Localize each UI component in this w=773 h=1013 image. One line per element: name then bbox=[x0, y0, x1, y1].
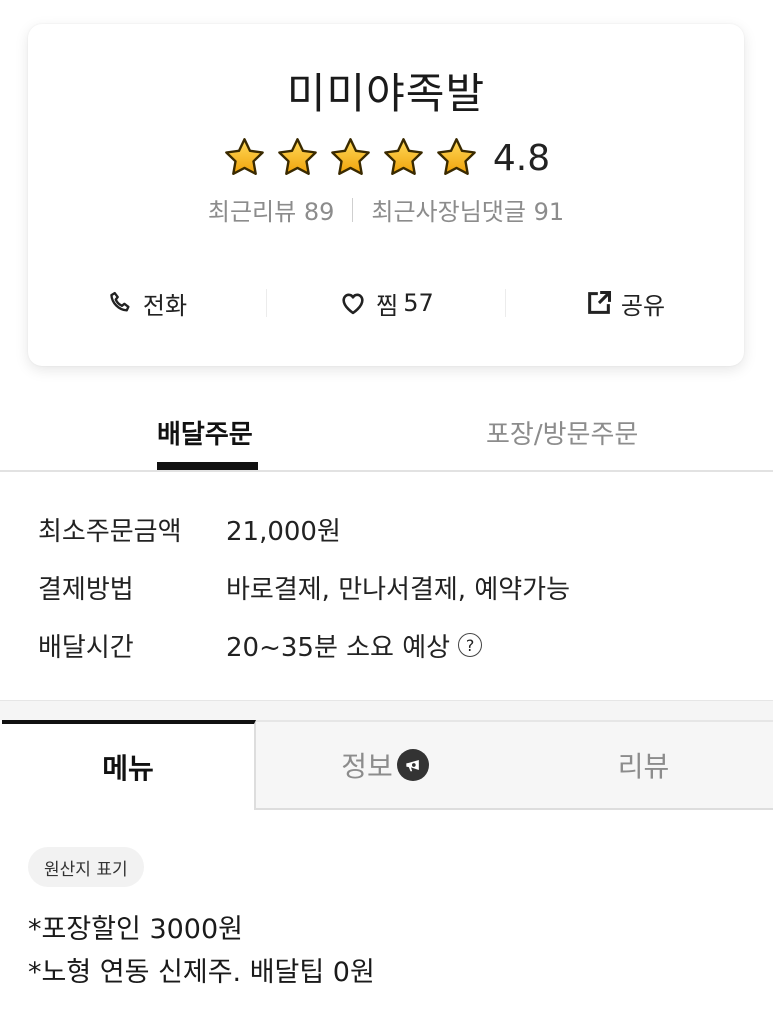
question-circle-icon[interactable]: ? bbox=[458, 633, 483, 657]
review-counts: 최근리뷰 89 최근사장님댓글 91 bbox=[28, 192, 744, 227]
payment-value: 바로결제, 만나서결제, 예약가능 bbox=[226, 574, 571, 605]
rating-row: 4.8 bbox=[28, 136, 744, 180]
phone-icon bbox=[110, 291, 130, 312]
delivery-time-label: 배달시간 bbox=[38, 632, 134, 663]
tab-review[interactable]: 리뷰 bbox=[514, 720, 773, 810]
star-icon bbox=[331, 138, 370, 175]
call-label: 전화 bbox=[142, 291, 188, 320]
active-tab-indicator bbox=[157, 462, 258, 470]
share-icon bbox=[588, 290, 611, 314]
section-divider bbox=[0, 700, 773, 720]
notice-line: *노형 연동 신제주. 배달팁 0원 bbox=[28, 957, 375, 988]
payment-label: 결제방법 bbox=[38, 574, 134, 605]
star-icon bbox=[437, 138, 476, 175]
tab-info-label: 정보 bbox=[341, 750, 393, 783]
store-notice: *포장할인 3000원 *노형 연동 신제주. 배달팁 0원 bbox=[28, 908, 375, 994]
like-button[interactable]: 찜 57 bbox=[267, 286, 505, 321]
share-button[interactable]: 공유 bbox=[506, 286, 744, 321]
tab-menu[interactable]: 메뉴 bbox=[2, 720, 256, 810]
heart-icon bbox=[342, 293, 364, 315]
tab-pickup-order[interactable]: 포장/방문주문 bbox=[486, 414, 638, 451]
store-card: 미미야족발 4.8 최근리뷰 89 최근사장님댓글 91 전화 찜 57 공유 bbox=[28, 24, 744, 366]
star-icon bbox=[225, 138, 264, 175]
main-tabs: 메뉴 정보 리뷰 bbox=[0, 720, 773, 810]
share-label: 공유 bbox=[620, 291, 666, 320]
tab-delivery-order[interactable]: 배달주문 bbox=[157, 414, 253, 451]
tab-menu-label: 메뉴 bbox=[102, 752, 154, 785]
tab-info[interactable]: 정보 bbox=[256, 720, 514, 810]
recent-reviews-count[interactable]: 최근리뷰 89 bbox=[208, 192, 335, 227]
store-name: 미미야족발 bbox=[286, 69, 486, 118]
delivery-time-row: 배달시간 20~35분 소요 예상 ? bbox=[38, 616, 738, 674]
delivery-time-value: 20~35분 소요 예상 bbox=[226, 632, 451, 663]
megaphone-icon bbox=[396, 749, 429, 781]
origin-label-chip[interactable]: 원산지 표기 bbox=[28, 847, 144, 887]
min-order-label: 최소주문금액 bbox=[38, 516, 182, 547]
star-icon bbox=[278, 138, 317, 175]
action-bar: 전화 찜 57 공유 bbox=[28, 282, 744, 324]
min-order-row: 최소주문금액 21,000원 bbox=[38, 500, 738, 558]
tab-review-label: 리뷰 bbox=[617, 750, 670, 783]
star-icon bbox=[384, 138, 423, 175]
notice-line: *포장할인 3000원 bbox=[28, 914, 243, 945]
order-info: 최소주문금액 21,000원 결제방법 바로결제, 만나서결제, 예약가능 배달… bbox=[38, 500, 738, 674]
rating-stars bbox=[222, 136, 479, 180]
rating-value: 4.8 bbox=[492, 137, 551, 179]
order-type-tabs: 배달주문 포장/방문주문 bbox=[0, 388, 773, 472]
payment-row: 결제방법 바로결제, 만나서결제, 예약가능 bbox=[38, 558, 738, 616]
like-label: 찜 bbox=[376, 291, 399, 320]
min-order-value: 21,000원 bbox=[226, 516, 341, 547]
recent-owner-replies-count[interactable]: 최근사장님댓글 91 bbox=[371, 192, 564, 227]
counts-divider bbox=[352, 197, 354, 222]
like-count: 57 bbox=[403, 289, 434, 317]
call-button[interactable]: 전화 bbox=[28, 286, 266, 321]
